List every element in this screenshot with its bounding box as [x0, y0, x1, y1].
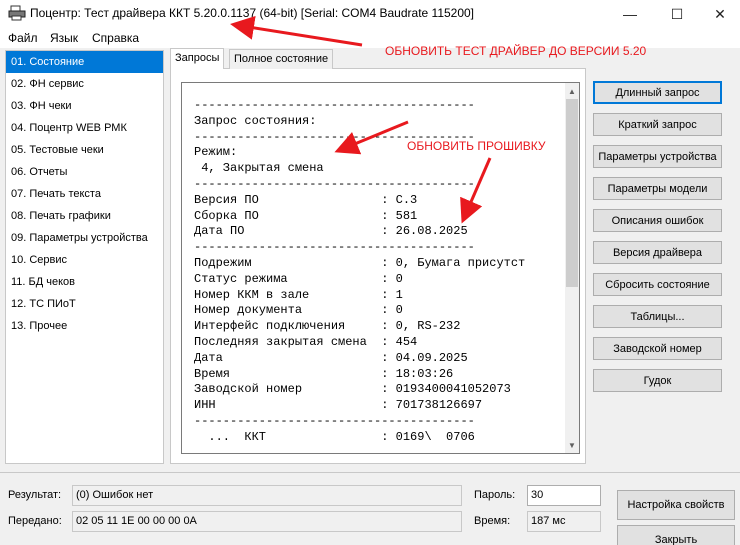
- annotation-update-driver: ОБНОВИТЬ ТЕСТ ДРАЙВЕР ДО ВЕРСИИ 5.20: [385, 44, 647, 58]
- maximize-button[interactable]: ☐: [657, 0, 697, 28]
- sidebar-item-web-rmk[interactable]: 04. Поцентр WEB РМК: [6, 117, 163, 139]
- sent-label: Передано:: [8, 515, 62, 527]
- short-request-button[interactable]: Краткий запрос: [593, 113, 722, 136]
- chevron-down-icon[interactable]: ▼: [565, 437, 579, 453]
- device-params-button[interactable]: Параметры устройства: [593, 145, 722, 168]
- report-line: Дата : 04.09.2025: [194, 350, 468, 365]
- window-title: Поцентр: Тест драйвера ККТ 5.20.0.1137 (…: [30, 6, 475, 20]
- report-line: Сборка ПО : 581: [194, 208, 418, 223]
- error-descriptions-button[interactable]: Описания ошибок: [593, 209, 722, 232]
- sidebar-item-status[interactable]: 01. Состояние: [6, 51, 163, 73]
- tables-button[interactable]: Таблицы...: [593, 305, 722, 328]
- report-textarea[interactable]: --------------------------------------- З…: [181, 82, 580, 454]
- password-input[interactable]: 30: [527, 485, 601, 506]
- report-line: 4, Закрытая смена: [194, 161, 324, 176]
- minimize-button[interactable]: —: [610, 0, 650, 28]
- bottom-divider: [0, 472, 740, 473]
- report-line: ---------------------------------------: [194, 240, 475, 255]
- annotation-update-firmware: ОБНОВИТЬ ПРОШИВКУ: [407, 139, 546, 153]
- time-label: Время:: [474, 515, 511, 527]
- report-line: ---------------------------------------: [194, 176, 475, 191]
- long-request-button[interactable]: Длинный запрос: [593, 81, 722, 104]
- report-line: Последняя закрытая смена : 454: [194, 334, 418, 349]
- menu-help[interactable]: Справка: [92, 31, 139, 45]
- result-label: Результат:: [8, 489, 62, 501]
- menu-language[interactable]: Язык: [50, 31, 78, 45]
- driver-version-button[interactable]: Версия драйвера: [593, 241, 722, 264]
- serial-number-button[interactable]: Заводской номер: [593, 337, 722, 360]
- sidebar-item-fn-receipts[interactable]: 03. ФН чеки: [6, 95, 163, 117]
- time-field: 187 мс: [527, 511, 601, 532]
- reset-state-button[interactable]: Сбросить состояние: [593, 273, 722, 296]
- sent-field: 02 05 11 1E 00 00 00 0A: [72, 511, 462, 532]
- settings-button[interactable]: Настройка свойств: [617, 490, 735, 520]
- tab-requests[interactable]: Запросы: [170, 48, 225, 69]
- report-line: ... ККТ : 0169\ 0706: [194, 429, 475, 444]
- scrollbar-thumb[interactable]: [566, 99, 578, 287]
- sidebar-item-fn-service[interactable]: 02. ФН сервис: [6, 73, 163, 95]
- report-line: ИНН : 701738126697: [194, 398, 483, 413]
- report-line: Заводской номер : 0193400041052073: [194, 382, 511, 397]
- printer-icon: [8, 5, 26, 21]
- report-line: Запрос состояния:: [194, 113, 317, 128]
- report-scrollbar[interactable]: ▲ ▼: [565, 83, 579, 453]
- sidebar-item-receipts-db[interactable]: 11. БД чеков: [6, 271, 163, 293]
- title-bar: Поцентр: Тест драйвера ККТ 5.20.0.1137 (…: [0, 0, 740, 28]
- menu-file[interactable]: Файл: [8, 31, 38, 45]
- sidebar-item-print-text[interactable]: 07. Печать текста: [6, 183, 163, 205]
- report-line: ---------------------------------------: [194, 98, 475, 112]
- sidebar-item-reports[interactable]: 06. Отчеты: [6, 161, 163, 183]
- sidebar-item-test-receipts[interactable]: 05. Тестовые чеки: [6, 139, 163, 161]
- beep-button[interactable]: Гудок: [593, 369, 722, 392]
- tab-full-status[interactable]: Полное состояние: [229, 49, 334, 69]
- close-window-button[interactable]: Закрыть: [617, 525, 735, 545]
- report-line: Время : 18:03:26: [194, 366, 454, 381]
- sidebar-item-print-graphics[interactable]: 08. Печать графики: [6, 205, 163, 227]
- sidebar-item-other[interactable]: 13. Прочее: [6, 315, 163, 337]
- sidebar-nav: 01. Состояние 02. ФН сервис 03. ФН чеки …: [5, 50, 164, 464]
- report-line: Номер ККМ в зале : 1: [194, 287, 403, 302]
- sidebar-item-device-params[interactable]: 09. Параметры устройства: [6, 227, 163, 249]
- sidebar-item-ts-piot[interactable]: 12. ТС ПИоТ: [6, 293, 163, 315]
- chevron-up-icon[interactable]: ▲: [565, 83, 579, 99]
- report-line: Подрежим : 0, Бумага присутст: [194, 255, 526, 270]
- report-line: ---------------------------------------: [194, 413, 475, 428]
- model-params-button[interactable]: Параметры модели: [593, 177, 722, 200]
- sidebar-item-service[interactable]: 10. Сервис: [6, 249, 163, 271]
- close-button[interactable]: ✕: [700, 0, 740, 28]
- report-line: Статус режима : 0: [194, 271, 403, 286]
- password-label: Пароль:: [474, 489, 516, 501]
- report-line: Номер документа : 0: [194, 303, 403, 318]
- report-line: Версия ПО : C.3: [194, 192, 418, 207]
- result-field: (0) Ошибок нет: [72, 485, 462, 506]
- report-line: Интерфейс подключения : 0, RS-232: [194, 319, 461, 334]
- report-line: Дата ПО : 26.08.2025: [194, 224, 468, 239]
